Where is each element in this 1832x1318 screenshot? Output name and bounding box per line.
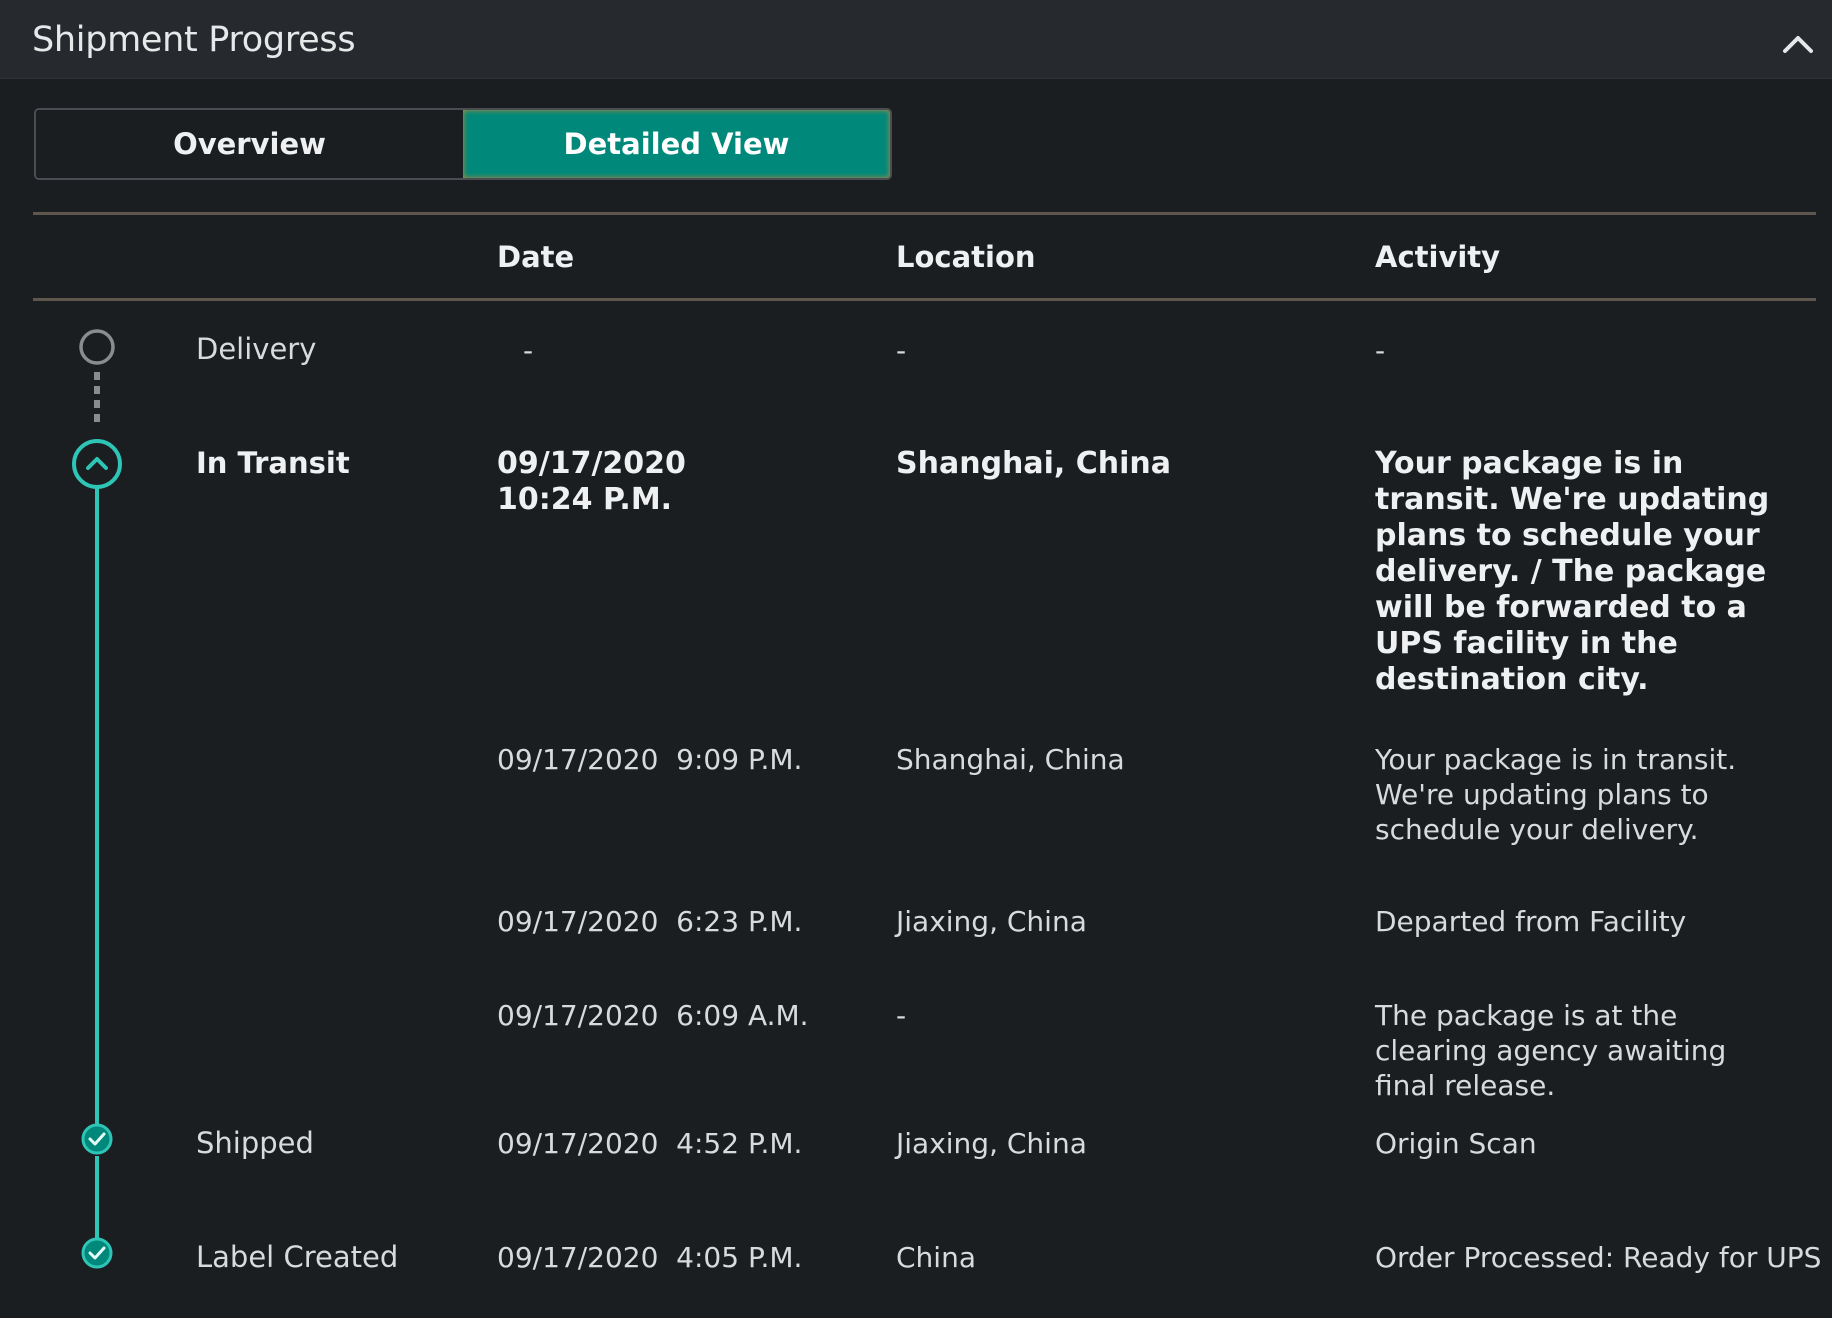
status-label: In Transit [196, 446, 350, 480]
check-circle-icon [81, 1237, 113, 1269]
timeline-line-lower [95, 1156, 99, 1238]
panel-header: Shipment Progress [0, 0, 1832, 79]
tab-detailed-view[interactable]: Detailed View [463, 110, 890, 178]
activity-cell: The package is at the clearing agency aw… [1375, 999, 1727, 1102]
status-label: Shipped [196, 1126, 314, 1160]
location-cell: Shanghai, China [896, 446, 1172, 481]
location-cell: Jiaxing, China [896, 905, 1087, 938]
empty-circle-icon [79, 329, 115, 365]
time-line: 10:24 P.M. [497, 482, 673, 517]
date-cell: 09/17/2020 6:23 P.M. [497, 905, 803, 938]
activity-cell: Departed from Facility [1375, 905, 1687, 938]
chevron-up-icon [1783, 36, 1813, 53]
date-cell: 09/17/2020 9:09 P.M. [497, 743, 803, 776]
activity-cell: Your package is in transit. We're updati… [1375, 446, 1770, 697]
timeline-pending-connector [94, 372, 100, 424]
timeline-line [95, 488, 99, 1134]
activity-cell: Origin Scan [1375, 1127, 1537, 1160]
check-circle-icon [81, 1123, 113, 1155]
column-header-location: Location [896, 240, 1036, 274]
activity-cell: Your package is in transit. We're updati… [1375, 743, 1737, 846]
view-toggle: Overview Detailed View [34, 108, 892, 180]
date-cell: 09/17/2020 4:52 P.M. [497, 1127, 803, 1160]
date-line: 09/17/2020 [497, 446, 686, 481]
status-label: Label Created [196, 1240, 399, 1274]
location-cell: Jiaxing, China [896, 1127, 1087, 1160]
activity-cell: - [1375, 334, 1386, 367]
collapse-button[interactable] [1776, 22, 1820, 66]
status-label: Delivery [196, 332, 317, 366]
date-cell: 09/17/2020 6:09 A.M. [497, 999, 809, 1032]
date-cell: 09/17/2020 10:24 P.M. [497, 446, 686, 518]
location-cell: China [896, 1241, 976, 1274]
activity-cell: Order Processed: Ready for UPS [1375, 1241, 1822, 1274]
table-header-divider [33, 298, 1816, 301]
column-header-date: Date [497, 240, 575, 274]
location-cell: - [896, 999, 907, 1032]
panel-title: Shipment Progress [32, 20, 356, 60]
chevron-up-circle-icon [72, 439, 122, 489]
column-header-activity: Activity [1375, 240, 1501, 274]
tab-overview[interactable]: Overview [36, 110, 463, 178]
location-cell: - [896, 334, 907, 367]
date-cell: - [523, 334, 534, 367]
location-cell: Shanghai, China [896, 743, 1125, 776]
date-cell: 09/17/2020 4:05 P.M. [497, 1241, 803, 1274]
table-top-divider [33, 212, 1816, 215]
